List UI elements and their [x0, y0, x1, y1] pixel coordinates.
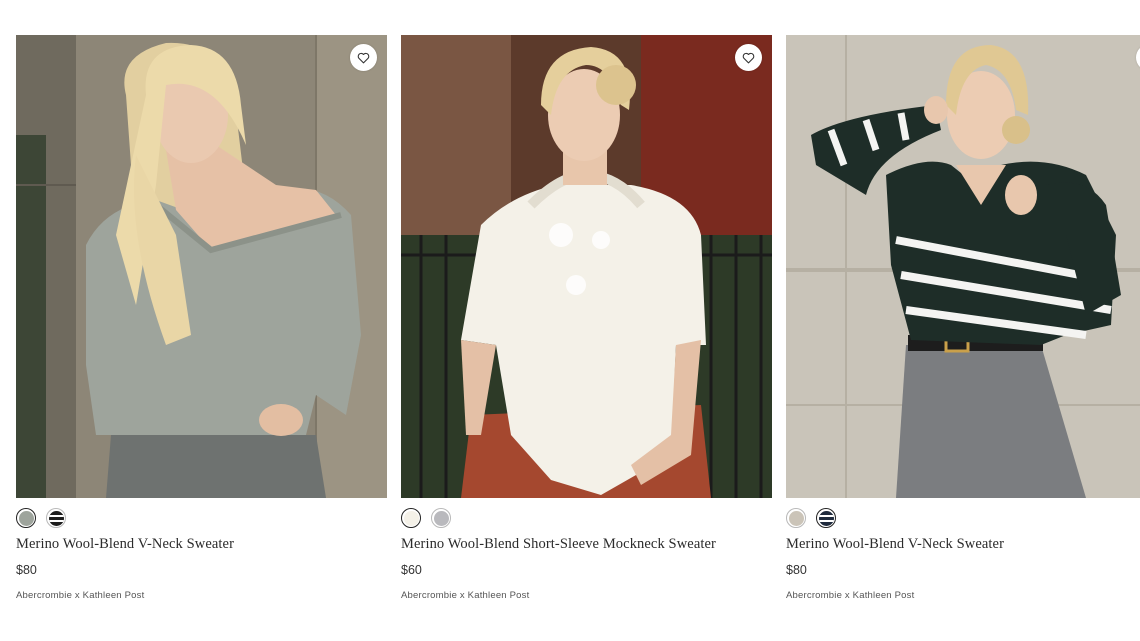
swatch-black-stripe[interactable] [46, 508, 66, 528]
swatch-oatmeal[interactable] [786, 508, 806, 528]
product-price: $80 [786, 563, 807, 577]
favorite-button[interactable] [350, 44, 377, 71]
product-name[interactable]: Merino Wool-Blend Short-Sleeve Mockneck … [401, 536, 772, 553]
striped-swatch-icon [818, 510, 834, 526]
swatch-navy-stripe[interactable] [816, 508, 836, 528]
swatch-color [788, 510, 804, 526]
product-name[interactable]: Merino Wool-Blend V-Neck Sweater [16, 536, 387, 553]
swatch-sage[interactable] [16, 508, 36, 528]
striped-swatch-icon [48, 510, 64, 526]
color-swatches [16, 507, 387, 529]
product-brand: Abercrombie x Kathleen Post [401, 590, 530, 601]
product-price: $60 [401, 563, 422, 577]
product-photo [786, 35, 1140, 498]
product-brand: Abercrombie x Kathleen Post [786, 590, 915, 601]
swatch-cream[interactable] [401, 508, 421, 528]
product-brand: Abercrombie x Kathleen Post [16, 590, 145, 601]
product-grid: Merino Wool-Blend V-Neck Sweater $80 Abe… [16, 35, 1140, 601]
favorite-button[interactable] [735, 44, 762, 71]
product-photo [401, 35, 772, 498]
swatch-color [18, 510, 34, 526]
product-photo [16, 35, 387, 498]
product-image[interactable] [786, 35, 1140, 498]
swatch-light-grey[interactable] [431, 508, 451, 528]
product-card[interactable]: Merino Wool-Blend V-Neck Sweater $80 Abe… [16, 35, 387, 601]
color-swatches [401, 507, 772, 529]
color-swatches [786, 507, 1140, 529]
product-image[interactable] [401, 35, 772, 498]
heart-outline-icon [742, 52, 755, 63]
product-name[interactable]: Merino Wool-Blend V-Neck Sweater [786, 536, 1140, 553]
heart-outline-icon [357, 52, 370, 63]
product-price: $80 [16, 563, 37, 577]
product-card[interactable]: Merino Wool-Blend V-Neck Sweater $80 Abe… [786, 35, 1140, 601]
swatch-color [403, 510, 419, 526]
swatch-color [433, 510, 449, 526]
product-image[interactable] [16, 35, 387, 498]
product-card[interactable]: Merino Wool-Blend Short-Sleeve Mockneck … [401, 35, 772, 601]
